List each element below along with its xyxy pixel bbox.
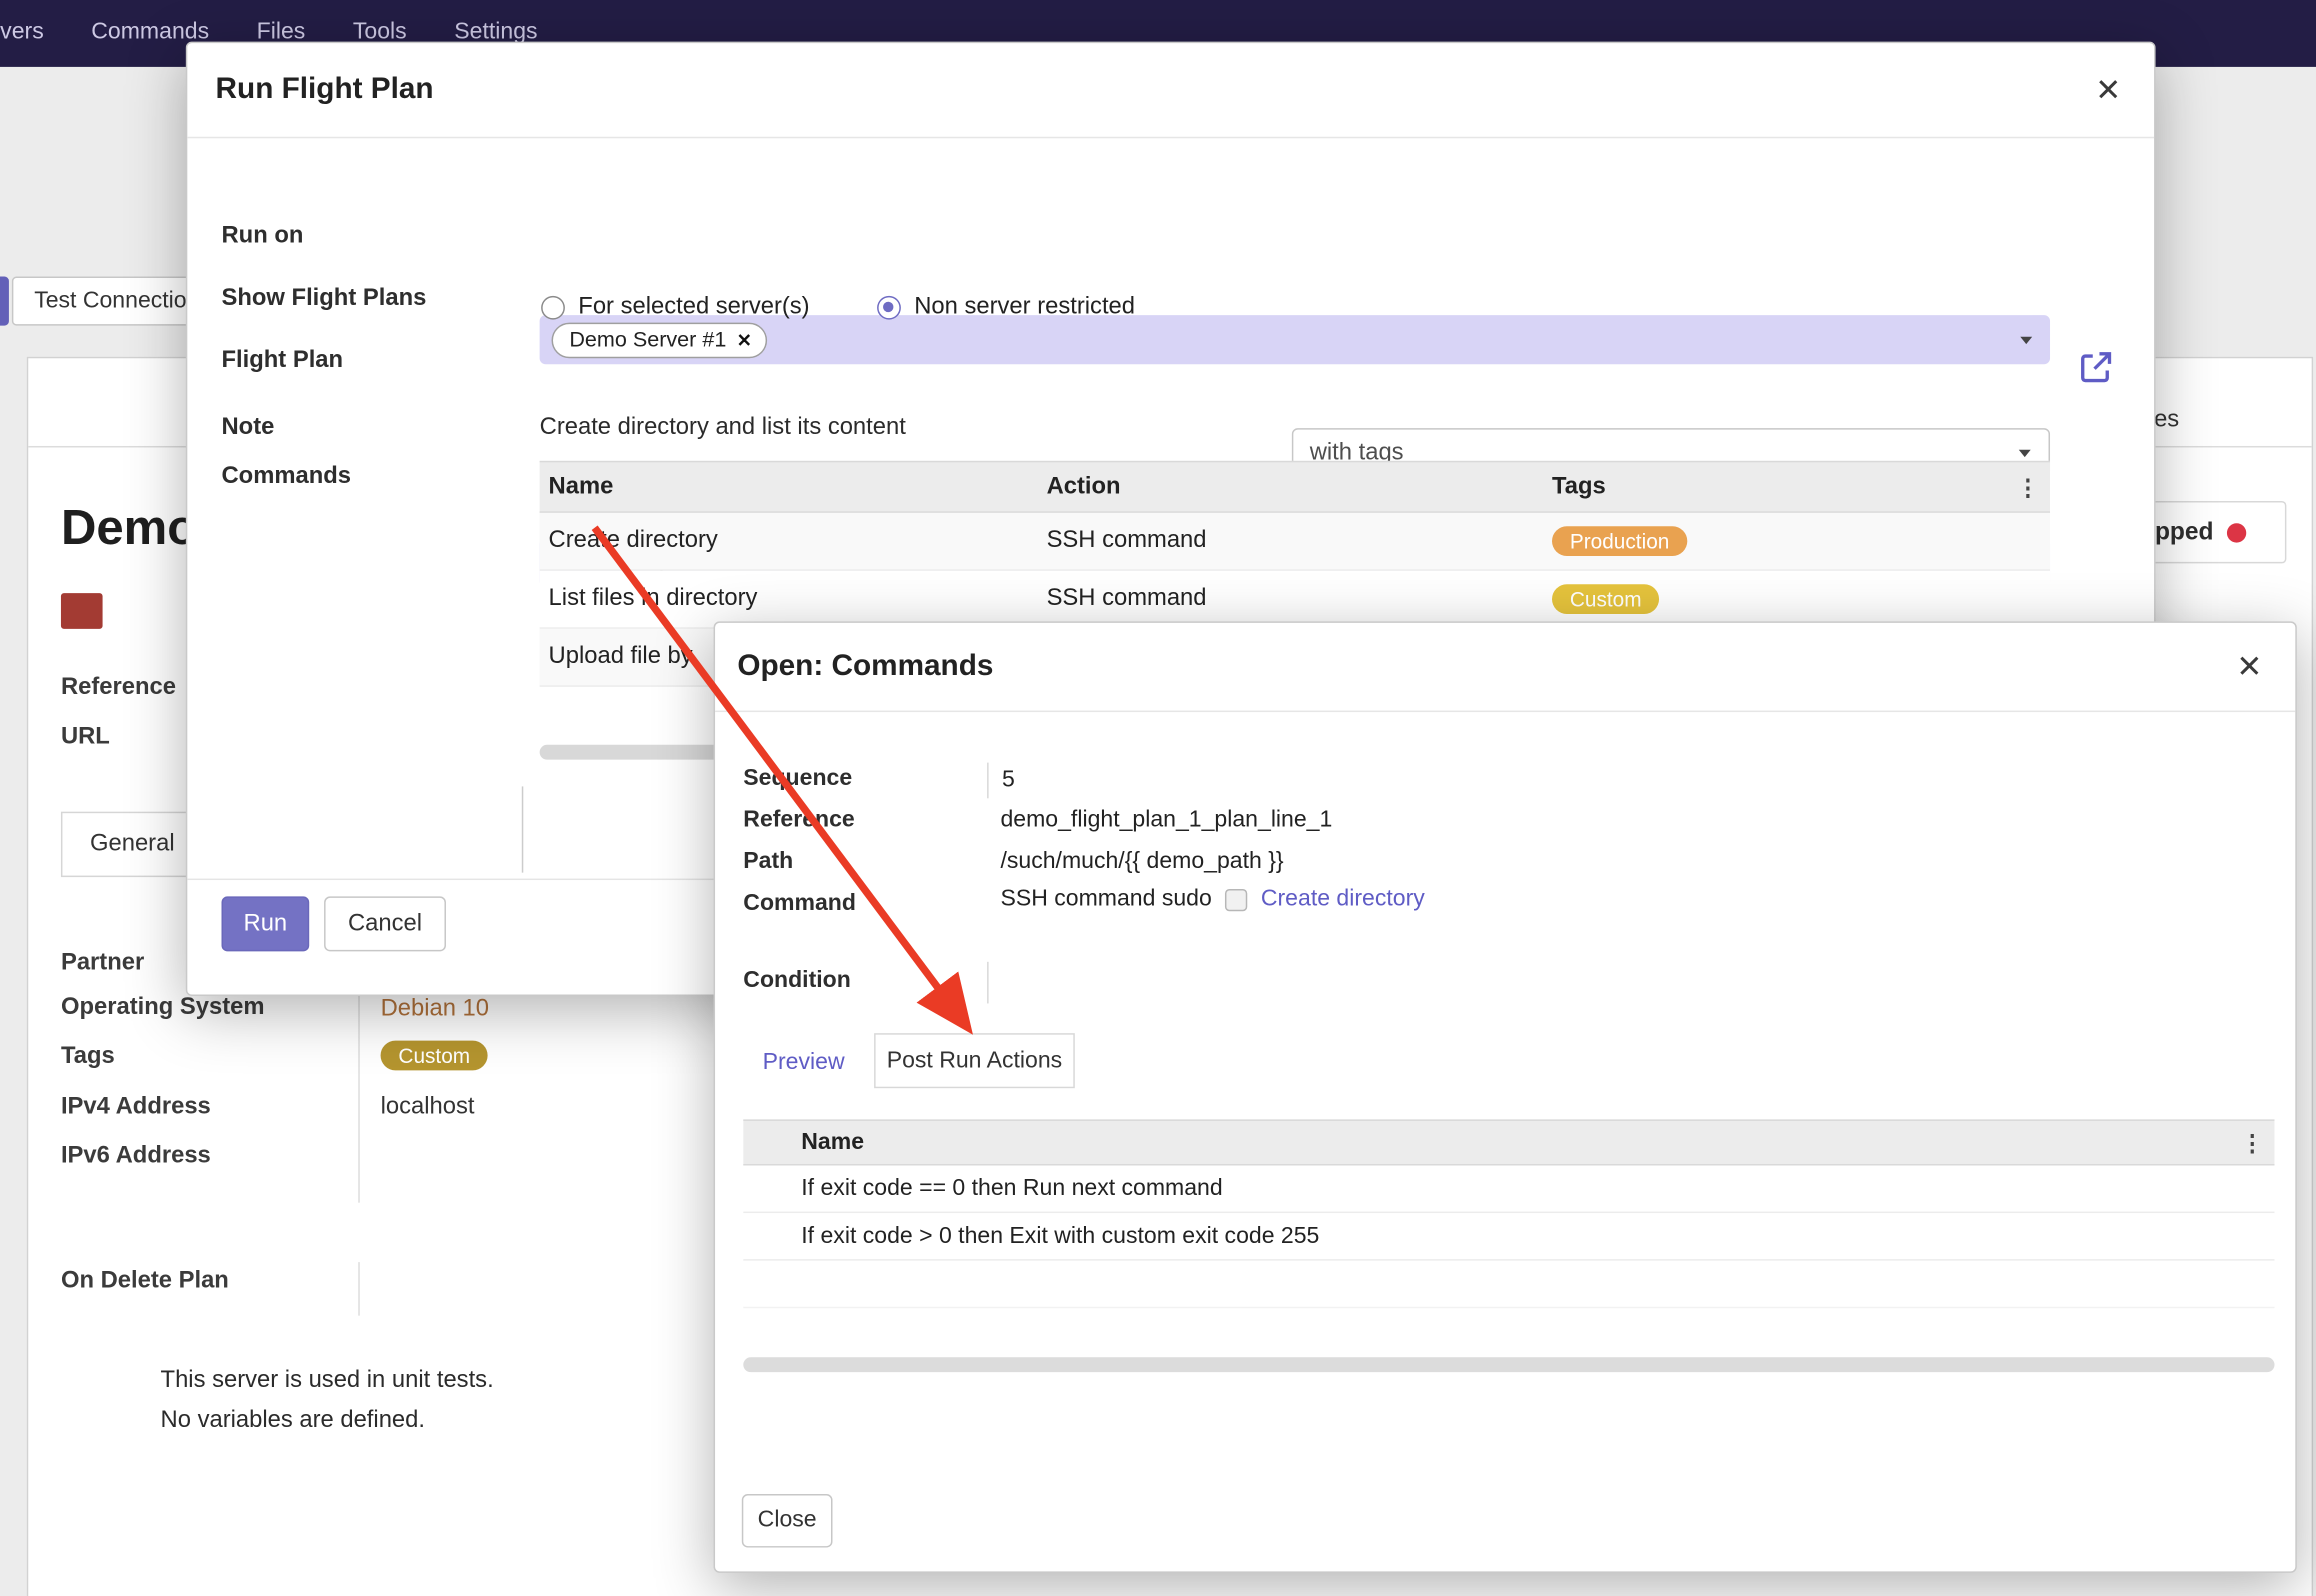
close-icon[interactable]: ✕ (2095, 74, 2121, 105)
run-on-label: Run on (222, 223, 304, 250)
reference-value: demo_flight_plan_1_plan_line_1 (1000, 807, 1332, 834)
cell-action: SSH command (1047, 586, 1552, 613)
close-button[interactable]: Close (742, 1494, 833, 1548)
sequence-value: 5 (987, 763, 1015, 799)
radio-non-server-restricted[interactable]: Non server restricted (877, 294, 1135, 321)
unit-test-note: This server is used in unit tests. (161, 1368, 494, 1395)
reference-label: Reference (743, 807, 854, 834)
chevron-down-icon[interactable] (2020, 336, 2032, 343)
status-stopped-dot (2227, 523, 2246, 542)
on-delete-plan-label: On Delete Plan (61, 1268, 229, 1295)
close-icon[interactable]: ✕ (2236, 651, 2262, 682)
no-variables-note: No variables are defined. (161, 1408, 425, 1435)
table-row[interactable]: If exit code > 0 then Exit with custom e… (743, 1213, 2274, 1261)
column-header-tags[interactable]: Tags (1552, 473, 2005, 500)
tag-badge-custom: Custom (381, 1041, 488, 1071)
run-modal-header: Run Flight Plan ✕ (187, 43, 2154, 138)
show-flight-plans-label: Show Flight Plans (222, 285, 427, 312)
tab-preview[interactable]: Preview (763, 1050, 845, 1077)
column-header-name[interactable]: Name (743, 1129, 2230, 1156)
ipv6-label: IPv6 Address (61, 1143, 211, 1170)
condition-value-empty (987, 962, 988, 1004)
path-value: /such/much/{{ demo_path }} (1000, 849, 1283, 876)
tab-post-run-actions[interactable]: Post Run Actions (874, 1033, 1075, 1088)
cell-name: List files in directory (540, 586, 1047, 613)
column-header-action[interactable]: Action (1047, 473, 1552, 500)
command-checkbox[interactable] (1225, 888, 1247, 910)
ipv4-value: localhost (381, 1094, 475, 1121)
table-row[interactable]: If exit code == 0 then Run next command (743, 1165, 2274, 1213)
post-run-actions-table: Name ⋮ If exit code == 0 then Run next c… (743, 1119, 2274, 1308)
tags-label: Tags (61, 1044, 115, 1071)
commands-table-header: Name Action Tags ⋮ (540, 461, 2050, 513)
table-options-icon[interactable]: ⋮ (2230, 1129, 2275, 1156)
server-chip: Demo Server #1 ✕ (552, 322, 767, 358)
commands-modal-title: Open: Commands (737, 650, 993, 684)
radio-label: Non server restricted (914, 294, 1135, 321)
command-value-row: SSH command sudo Create directory (1000, 886, 1424, 913)
reference-label: Reference (61, 675, 176, 702)
radio-checked-icon (877, 296, 901, 320)
note-label: Note (222, 415, 275, 442)
chip-remove-icon[interactable]: ✕ (737, 329, 752, 350)
partner-label: Partner (61, 950, 144, 977)
cell-name: Create directory (540, 528, 1047, 555)
sequence-label: Sequence (743, 766, 852, 793)
table-row[interactable]: Create directory SSH command Production (540, 513, 2050, 571)
clipped-button-fragment[interactable] (0, 277, 9, 326)
operating-system-label: Operating System (61, 995, 265, 1022)
horizontal-scrollbar[interactable] (743, 1357, 2274, 1372)
radio-unchecked-icon (541, 296, 565, 320)
open-commands-modal: Open: Commands ✕ Sequence 5 Reference de… (714, 621, 2297, 1572)
operating-system-value[interactable]: Debian 10 (381, 996, 489, 1023)
clipped-header-text: es (2154, 407, 2179, 434)
field-divider (358, 1262, 359, 1316)
cancel-button[interactable]: Cancel (324, 896, 446, 951)
server-chip-label: Demo Server #1 (569, 328, 726, 352)
column-header-name[interactable]: Name (540, 473, 1047, 500)
table-options-icon[interactable]: ⋮ (2005, 473, 2050, 500)
external-link-icon[interactable] (2078, 349, 2114, 385)
run-button[interactable]: Run (222, 896, 310, 951)
actions-table-header: Name ⋮ (743, 1119, 2274, 1165)
flight-plan-label: Flight Plan (222, 348, 344, 375)
command-value: SSH command sudo (1000, 886, 1211, 913)
radio-label: For selected server(s) (578, 294, 809, 321)
radio-for-selected-servers[interactable]: For selected server(s) (541, 294, 809, 321)
run-on-select[interactable]: Demo Server #1 ✕ (540, 315, 2050, 364)
tag-badge-production: Production (1552, 526, 1687, 556)
condition-label: Condition (743, 968, 850, 995)
chevron-down-icon[interactable] (2019, 449, 2031, 456)
list-edge-divider (522, 786, 523, 872)
tab-general[interactable]: General (61, 812, 204, 877)
url-label: URL (61, 724, 110, 751)
cell-action: SSH command (1047, 528, 1552, 555)
note-value: Create directory and list its content (540, 415, 906, 442)
cell-tags: Custom (1552, 584, 2005, 614)
cell-tags: Production (1552, 526, 2005, 556)
tag-badge-custom: Custom (1552, 584, 1659, 614)
path-label: Path (743, 849, 793, 876)
commands-label: Commands (222, 464, 352, 491)
command-label: Command (743, 890, 856, 917)
ipv4-label: IPv4 Address (61, 1094, 211, 1121)
server-color-swatch[interactable] (61, 593, 103, 629)
table-row[interactable]: List files in directory SSH command Cust… (540, 571, 2050, 629)
screen: Servers Commands Files Tools Settings Te… (0, 0, 2316, 1596)
commands-modal-header: Open: Commands ✕ (715, 623, 2295, 712)
run-modal-title: Run Flight Plan (216, 73, 434, 107)
empty-row (743, 1261, 2274, 1309)
create-directory-link[interactable]: Create directory (1261, 886, 1425, 913)
nav-servers[interactable]: Servers (0, 0, 68, 67)
